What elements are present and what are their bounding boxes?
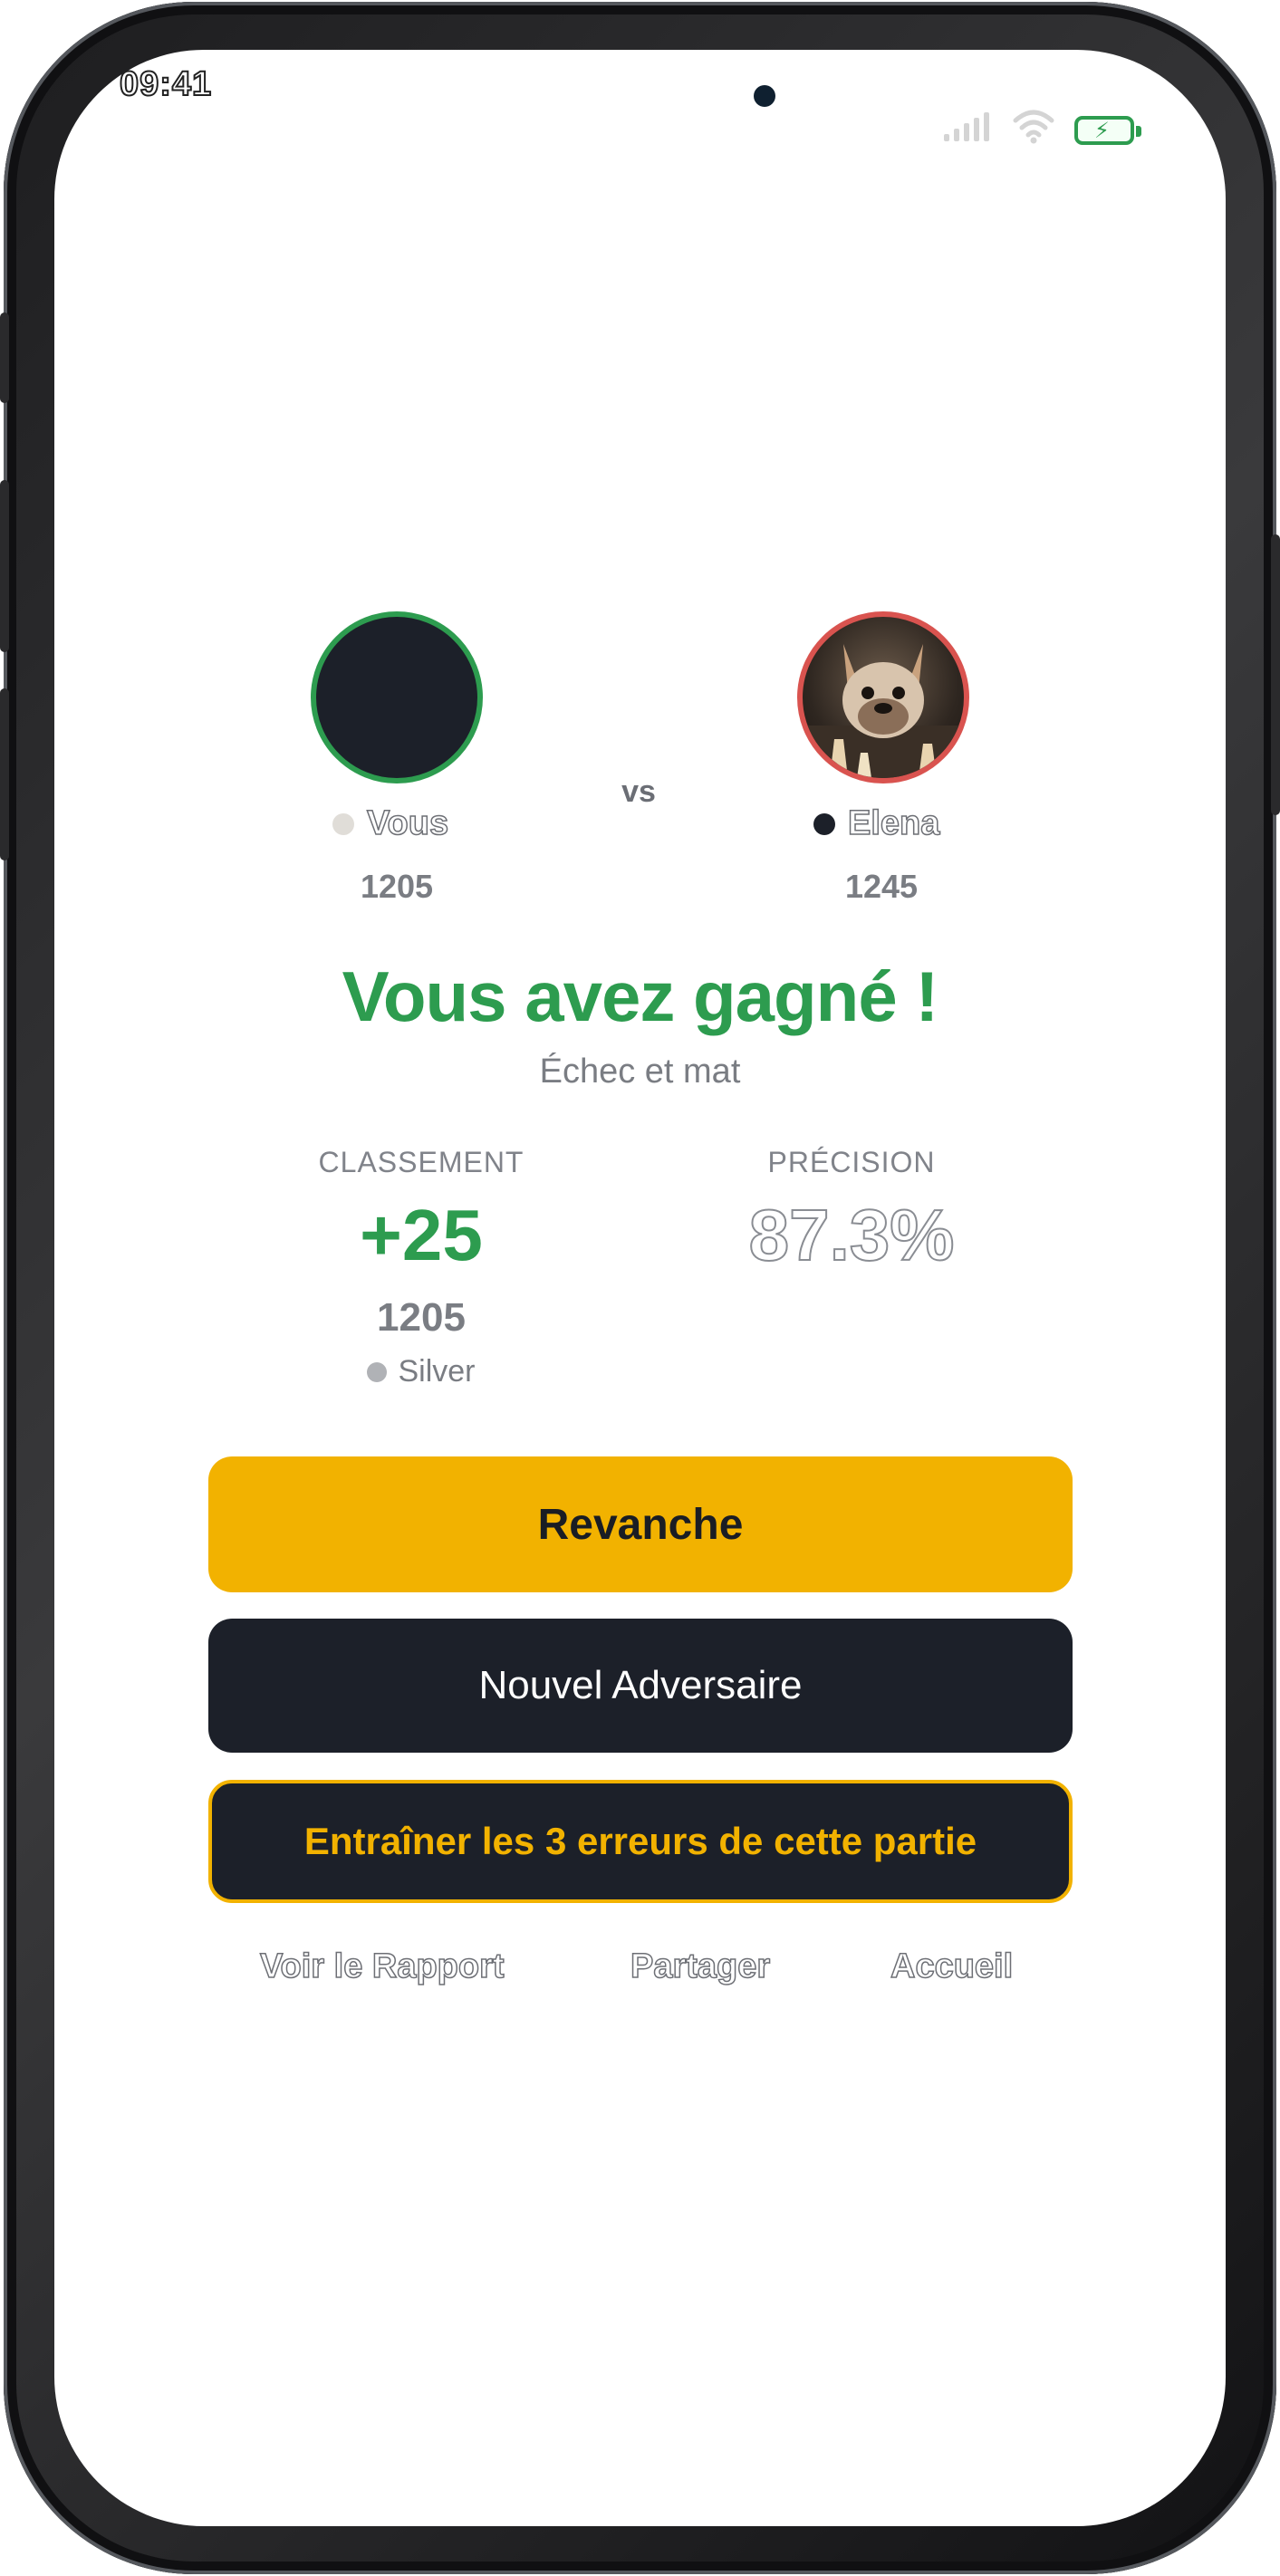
battery-icon: ⚡ [1074, 116, 1141, 145]
share-link[interactable]: Partager [630, 1946, 771, 1986]
wifi-icon [1013, 110, 1054, 144]
side-button-volume-down [0, 688, 9, 860]
precision-value: 87.3% [748, 1194, 956, 1276]
bulldog-icon [803, 644, 964, 778]
status-time: 09:41 [119, 64, 213, 104]
front-camera [754, 85, 775, 107]
result-title: Vous avez gagné ! [342, 956, 939, 1036]
new-rating: 1205 [377, 1295, 466, 1340]
tier-badge: Silver [285, 1354, 557, 1389]
screen [54, 50, 1226, 2526]
train-errors-button[interactable]: Entraîner les 3 erreurs de cette partie [208, 1780, 1073, 1903]
player-name-label: Vous [366, 803, 449, 843]
view-report-link[interactable]: Voir le Rapport [259, 1946, 505, 1986]
ranking-delta: +25 [360, 1195, 483, 1275]
new-opponent-button[interactable]: Nouvel Adversaire [208, 1619, 1073, 1753]
ranking-label: CLASSEMENT [318, 1146, 525, 1178]
opponent-rating: 1245 [844, 868, 919, 905]
opponent-name: Elena [813, 803, 940, 843]
player-name: Vous [332, 803, 449, 843]
player-color-dot [332, 812, 354, 835]
side-button-mute [0, 312, 9, 403]
player-rating: 1205 [360, 868, 434, 905]
rematch-button[interactable]: Revanche [208, 1456, 1073, 1592]
home-link[interactable]: Accueil [890, 1946, 1014, 1986]
tier-dot-icon [367, 1361, 388, 1382]
player-avatar [311, 611, 483, 783]
opponent-avatar [797, 611, 969, 783]
signal-icon [944, 112, 989, 141]
side-button-power [1271, 534, 1280, 815]
tier-label: Silver [398, 1354, 476, 1389]
opponent-name-label: Elena [847, 803, 940, 843]
precision-label: PRÉCISION [767, 1146, 936, 1178]
result-subtitle: Échec et mat [539, 1053, 741, 1091]
opponent-color-dot [813, 812, 835, 835]
side-button-volume-up [0, 480, 9, 652]
vs-label: vs [621, 774, 656, 809]
